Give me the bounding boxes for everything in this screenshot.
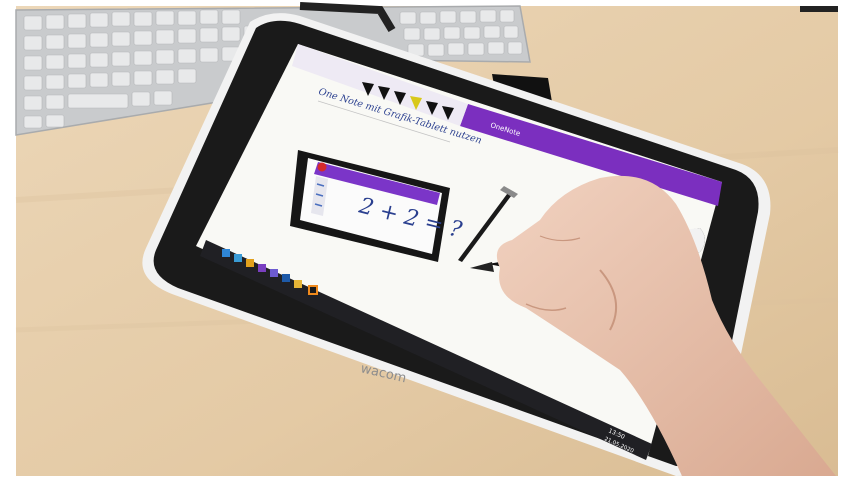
tablet-photo: OneNote One Note mit Grafik-Tablett nutz… xyxy=(0,0,856,479)
photo-scene: OneNote One Note mit Grafik-Tablett nutz… xyxy=(0,0,856,479)
